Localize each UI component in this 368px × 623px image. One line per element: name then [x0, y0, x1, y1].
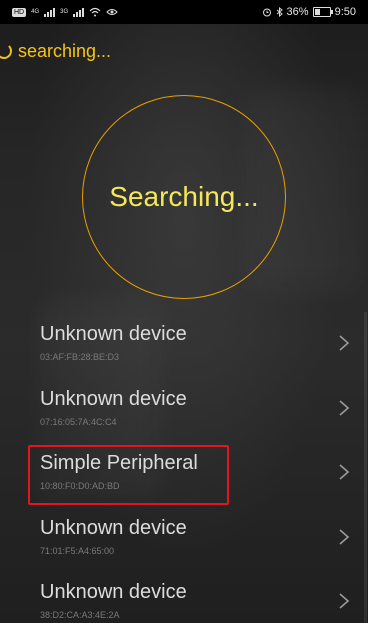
bluetooth-icon [276, 7, 283, 17]
alarm-icon [262, 8, 271, 17]
battery-icon [312, 7, 333, 17]
device-name: Unknown device [40, 581, 187, 603]
battery-percent: 36% [286, 6, 309, 18]
clock-time: 9:50 [334, 6, 356, 18]
app-screen: HD 4G 3G 36% 9:50 searching... Searching… [0, 0, 368, 623]
scrollbar[interactable] [364, 312, 367, 623]
chevron-right-icon [339, 335, 350, 351]
chevron-right-icon [339, 399, 350, 416]
highlight-annotation-box [28, 445, 229, 505]
device-list-item[interactable]: Unknown device 07:16:05:7A:4C:C4 [0, 377, 368, 442]
device-list-item[interactable]: Unknown device 38:D2:CA:A3:4E:2A [0, 570, 368, 623]
device-list-item[interactable]: Unknown device 71:01:F5:A4:65:00 [0, 506, 368, 571]
eye-icon [106, 9, 118, 15]
search-status-text: searching... [18, 40, 112, 61]
spinner-icon [0, 43, 12, 59]
search-circle-label: Searching... [109, 181, 259, 212]
device-mac-address: 38:D2:CA:A3:4E:2A [40, 610, 120, 620]
device-name: Unknown device [40, 323, 187, 345]
device-list-item[interactable]: Unknown device 03:AF:FB:28:BE:D3 [0, 312, 368, 377]
device-mac-address: 03:AF:FB:28:BE:D3 [40, 352, 120, 362]
chevron-right-icon [339, 464, 350, 480]
status-right: 36% 9:50 [262, 6, 356, 18]
status-left: HD 4G 3G [12, 7, 118, 17]
search-circle-button[interactable]: Searching... [82, 95, 286, 299]
chevron-right-icon [339, 593, 350, 609]
signal-1-icon [44, 7, 56, 17]
signal-2-label: 3G [60, 9, 69, 15]
signal-1-label: 4G [31, 9, 40, 15]
wifi-icon [89, 7, 101, 17]
hd-badge: HD [12, 7, 27, 17]
search-status-row: searching... [0, 38, 111, 64]
device-mac-address: 07:16:05:7A:4C:C4 [40, 416, 117, 427]
chevron-right-icon [339, 528, 350, 545]
device-name: Unknown device [40, 516, 187, 539]
signal-2-icon [73, 7, 85, 17]
status-bar: HD 4G 3G 36% 9:50 [0, 0, 368, 24]
device-name: Unknown device [40, 387, 187, 410]
device-mac-address: 71:01:F5:A4:65:00 [40, 545, 115, 556]
